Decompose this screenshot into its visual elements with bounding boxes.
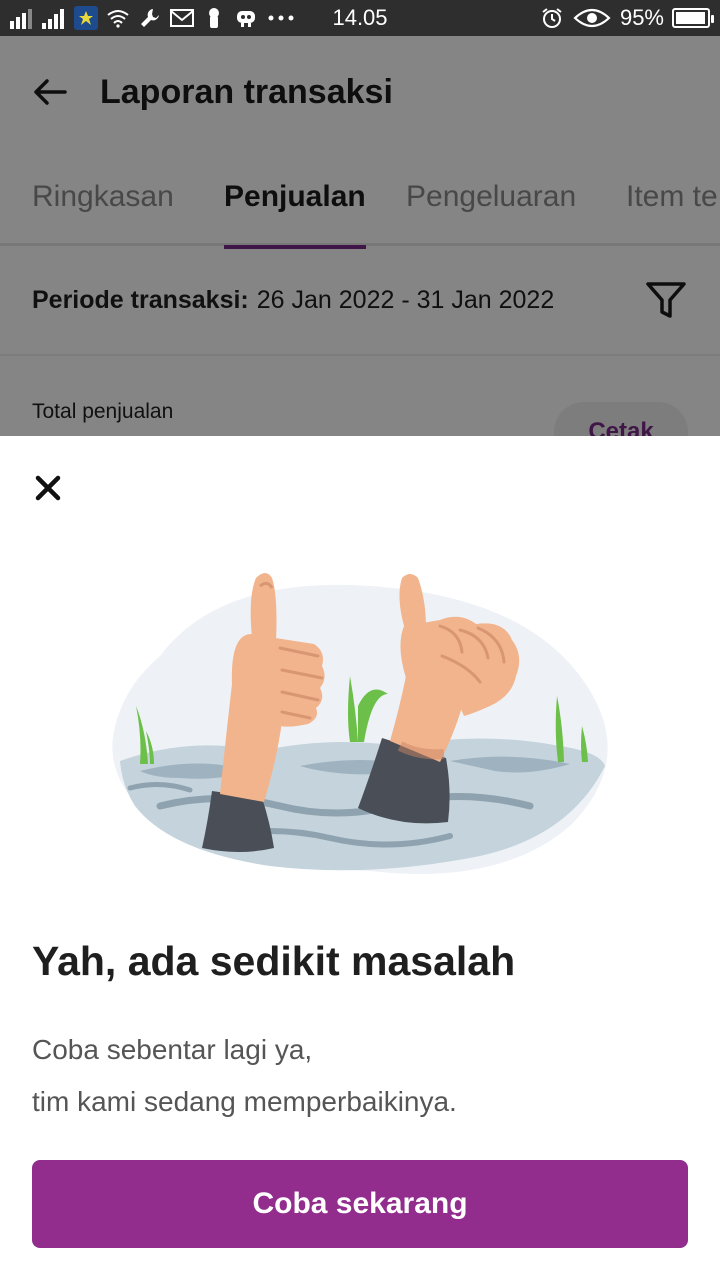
keyhole-icon <box>202 6 226 30</box>
error-message-line-1: Coba sebentar lagi ya, <box>32 1034 313 1065</box>
modal-scrim[interactable] <box>0 36 720 436</box>
error-heading: Yah, ada sedikit masalah <box>32 938 516 984</box>
drowning-hands-thumbs-up-illustration <box>112 573 608 874</box>
error-message-line-2: tim kami sedang memperbaikinya. <box>32 1086 457 1117</box>
robot-icon <box>234 6 258 30</box>
battery-percent: 95% <box>619 5 664 30</box>
app-notification-icon <box>74 6 98 30</box>
wrench-icon <box>138 6 162 30</box>
status-left-icons <box>10 6 296 30</box>
more-dots-icon <box>266 6 296 30</box>
status-bar: 14.05 95% <box>0 0 720 36</box>
retry-button[interactable]: Coba sekarang <box>32 1160 688 1248</box>
close-icon[interactable] <box>28 468 68 508</box>
battery-icon <box>672 8 714 28</box>
signal-1-icon <box>10 6 34 30</box>
wifi-icon <box>106 6 130 30</box>
status-right-icons: 95% <box>540 5 714 31</box>
signal-2-icon <box>42 6 66 30</box>
alarm-icon <box>540 6 564 30</box>
eye-icon <box>572 6 612 30</box>
mail-icon <box>170 6 194 30</box>
error-message: Coba sebentar lagi ya, tim kami sedang m… <box>32 1024 457 1128</box>
error-bottom-sheet: Yah, ada sedikit masalah Coba sebentar l… <box>0 436 720 1280</box>
